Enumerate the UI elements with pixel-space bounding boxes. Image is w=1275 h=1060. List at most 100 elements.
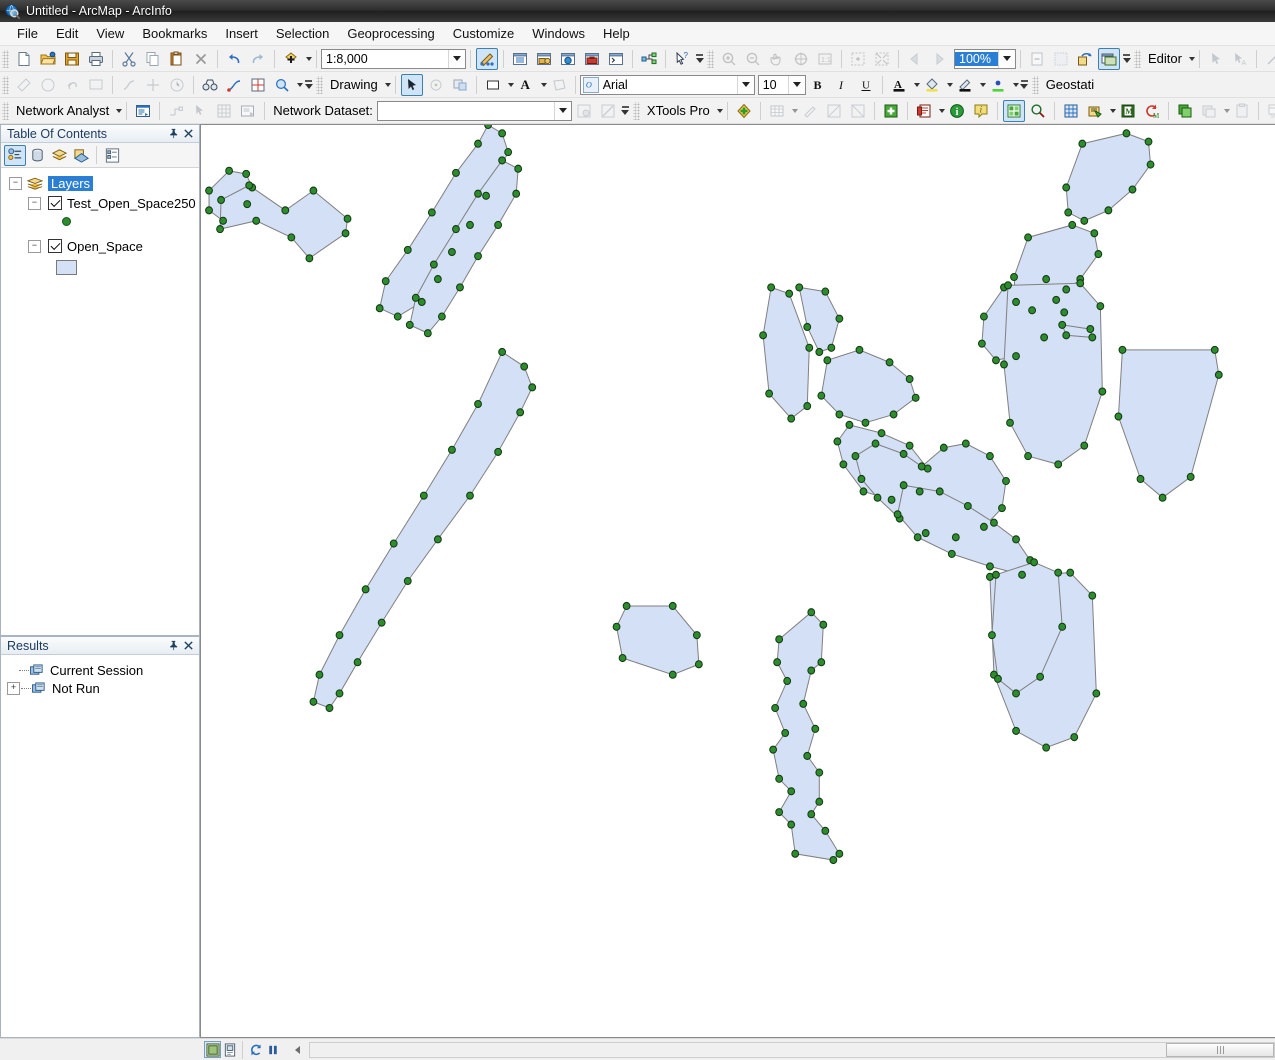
paste-icon[interactable] [166,48,188,70]
map-vertex-marker[interactable] [781,728,790,738]
create-location-icon[interactable] [165,100,187,122]
undo-icon[interactable] [223,48,245,70]
map-vertex-marker[interactable] [1066,568,1075,577]
map-vertex-marker[interactable] [1144,137,1153,146]
map-vertex-marker[interactable] [243,200,252,209]
editor-menu-dropdown-icon[interactable] [1188,56,1195,61]
map-vertex-marker[interactable] [375,304,384,313]
font-family-value[interactable]: Arial [599,78,737,92]
map-vertex-marker[interactable] [1036,672,1045,681]
map-vertex-marker[interactable] [423,329,432,338]
map-vertex-marker[interactable] [419,491,428,500]
map-vertex-marker[interactable] [217,195,225,205]
python-window-icon[interactable] [605,48,627,70]
map-vertex-marker[interactable] [1012,689,1020,698]
toolbar-overflow-button[interactable] [620,101,631,121]
map-vertex-marker[interactable] [448,445,456,454]
map-vertex-marker[interactable] [335,689,344,698]
map-scale-value[interactable]: 1:8,000 [322,52,448,66]
map-vertex-marker[interactable] [1128,185,1137,194]
map-vertex-marker[interactable] [1078,139,1087,148]
map-vertex-marker[interactable] [947,549,956,558]
zoom-out-icon[interactable] [742,48,764,70]
map-vertex-marker[interactable] [1058,622,1067,631]
map-vertex-marker[interactable] [448,247,456,257]
map-vertex-marker[interactable] [917,462,926,471]
map-vertex-marker[interactable] [343,214,352,223]
map-polygon[interactable] [616,605,700,676]
map-vertex-marker[interactable] [980,522,988,531]
map-vertex-marker[interactable] [1090,229,1099,238]
network-disable-icon[interactable] [597,100,619,122]
map-vertex-marker[interactable] [692,631,701,640]
find-route-tool-icon[interactable] [223,74,245,96]
delete-icon[interactable] [190,48,212,70]
map-vertex-marker[interactable] [1094,250,1103,259]
map-vertex-marker[interactable] [1054,568,1063,577]
toc-layer-test-open-space250[interactable]: − Test_Open_Space250 [1,194,199,212]
cut-icon[interactable] [118,48,140,70]
refresh-view-icon[interactable] [247,1041,264,1058]
map-vertex-marker[interactable] [803,402,812,411]
map-vertex-marker[interactable] [433,275,442,284]
toolbar-overflow-button[interactable] [303,75,314,95]
data-frame-icon[interactable] [1098,47,1120,70]
table-of-contents-toolbar[interactable] [1,143,199,168]
map-vertex-marker[interactable] [857,474,866,484]
model-builder-icon[interactable] [638,48,660,70]
toolbar-grip[interactable] [2,49,9,68]
network-identify-icon[interactable] [573,100,595,122]
fixed-zoom-icon[interactable]: 1:1 [814,48,836,70]
map-vertex-marker[interactable] [839,460,848,469]
save-icon[interactable] [61,48,83,70]
map-vertex-marker[interactable] [389,539,398,548]
pencil-icon[interactable] [799,100,821,122]
find-route-icon[interactable] [118,74,140,96]
list-by-source-icon[interactable] [26,145,48,166]
layer-ops-icon[interactable] [823,100,845,122]
map-vertex-marker[interactable] [1068,220,1077,230]
map-vertex-marker[interactable] [889,410,898,419]
results-item-not-run[interactable]: + Not Run [1,679,199,697]
map-vertex-marker[interactable] [939,443,948,452]
map-vertex-marker[interactable] [977,339,986,348]
map-vertex-marker[interactable] [612,622,621,631]
map-polygon[interactable] [219,184,349,259]
map-vertex-marker[interactable] [775,808,784,817]
close-icon[interactable] [181,126,196,141]
map-vertex-marker[interactable] [769,745,778,754]
attribute-table-icon[interactable] [1060,100,1082,122]
find-binoculars-icon[interactable] [199,74,221,96]
map-vertex-marker[interactable] [775,774,784,783]
xtools-pro-dropdown-icon[interactable] [716,108,723,113]
expand-icon[interactable]: + [7,681,20,695]
map-vertex-marker[interactable] [494,220,503,230]
map-vertex-marker[interactable] [787,414,796,423]
map-vertex-marker[interactable] [787,820,796,829]
group-element-icon[interactable] [449,74,471,96]
map-vertex-marker[interactable] [498,156,507,165]
add-data-dropdown-icon[interactable] [306,56,312,61]
map-vertex-marker[interactable] [787,787,796,796]
map-vertex-marker[interactable] [899,449,908,459]
results-item-label[interactable]: Not Run [47,681,100,696]
font-color-dropdown-icon[interactable] [913,82,920,87]
drawing-menu-label[interactable]: Drawing [326,77,382,92]
view-mode-buttons[interactable] [200,1040,305,1060]
toolbar-grip[interactable] [2,75,9,94]
copy-layers-icon[interactable] [1174,100,1196,122]
map-vertex-marker[interactable] [1136,474,1145,484]
map-polygon[interactable] [1117,349,1220,499]
map-vertex-marker[interactable] [1062,285,1071,294]
pause-drawing-icon[interactable] [264,1041,281,1058]
copy-icon[interactable] [142,48,164,70]
map-vertex-marker[interactable] [325,703,334,713]
map-polygon[interactable] [1003,282,1103,465]
feature-conversions-icon[interactable] [880,100,902,122]
map-vertex-marker[interactable] [819,620,828,629]
toolbar-overflow-button[interactable] [694,49,705,69]
map-vertex-marker[interactable] [803,322,812,332]
page-icon[interactable] [1026,48,1048,70]
map-vertex-marker[interactable] [821,287,830,296]
font-family-combo[interactable]: O Arial [579,74,755,95]
